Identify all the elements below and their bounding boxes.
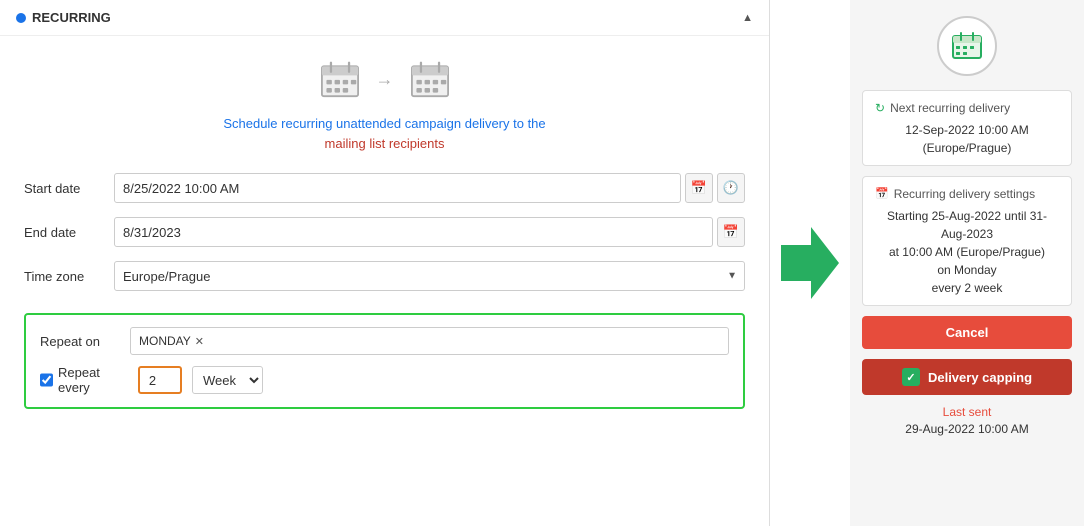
timezone-select-wrapper: Europe/Prague bbox=[114, 261, 745, 291]
settings-cal-icon: 📅 bbox=[875, 186, 889, 203]
panel-title-text: RECURRING bbox=[32, 10, 111, 25]
repeat-every-checkbox[interactable] bbox=[40, 373, 53, 387]
right-cal-svg bbox=[952, 32, 982, 60]
form-section: Start date 📅 🕐 End date 📅 Time zone bbox=[24, 173, 745, 510]
collapse-icon[interactable]: ▲ bbox=[742, 12, 753, 24]
last-sent-value: 29-Aug-2022 10:00 AM bbox=[862, 422, 1072, 436]
calendar-from-icon bbox=[320, 60, 360, 98]
end-date-label: End date bbox=[24, 225, 104, 240]
timezone-select[interactable]: Europe/Prague bbox=[114, 261, 745, 291]
end-date-group: 📅 bbox=[114, 217, 745, 247]
start-date-row: Start date 📅 🕐 bbox=[24, 173, 745, 203]
settings-box: 📅 Recurring delivery settings Starting 2… bbox=[862, 176, 1072, 306]
monday-tag-text: MONDAY bbox=[139, 334, 191, 348]
timezone-label: Time zone bbox=[24, 269, 104, 284]
repeat-every-checkbox-label: Repeat every bbox=[40, 365, 128, 395]
panel-header: RECURRING ▲ bbox=[0, 0, 769, 36]
last-sent-label: Last sent bbox=[862, 405, 1072, 419]
next-delivery-box: ↻ Next recurring delivery 12-Sep-2022 10… bbox=[862, 90, 1072, 166]
delivery-capping-button[interactable]: ✓ Delivery capping bbox=[862, 359, 1072, 395]
timezone-row: Time zone Europe/Prague bbox=[24, 261, 745, 291]
monday-tag: MONDAY ✕ bbox=[139, 334, 204, 348]
repeat-box: Repeat on MONDAY ✕ Repeat every bbox=[24, 313, 745, 409]
panel-title: RECURRING bbox=[16, 10, 111, 25]
status-dot bbox=[16, 13, 26, 23]
last-sent-section: Last sent 29-Aug-2022 10:00 AM bbox=[862, 405, 1072, 436]
icon-row: → bbox=[24, 60, 745, 98]
settings-value: Starting 25-Aug-2022 until 31-Aug-2023at… bbox=[875, 207, 1059, 297]
check-icon: ✓ bbox=[902, 368, 920, 386]
arrow-container bbox=[770, 0, 850, 526]
repeat-on-row: Repeat on MONDAY ✕ bbox=[40, 327, 729, 355]
start-date-input[interactable] bbox=[114, 173, 681, 203]
delivery-capping-label: Delivery capping bbox=[928, 370, 1032, 385]
arrow-head bbox=[811, 227, 839, 299]
next-delivery-title: Next recurring delivery bbox=[890, 99, 1010, 117]
description-line2: mailing list recipients bbox=[24, 134, 745, 154]
description-line1: Schedule recurring unattended campaign d… bbox=[24, 114, 745, 134]
calendar-icon-btn[interactable]: 📅 bbox=[685, 173, 713, 203]
start-date-group: 📅 🕐 bbox=[114, 173, 745, 203]
start-date-label: Start date bbox=[24, 181, 104, 196]
remove-tag-button[interactable]: ✕ bbox=[195, 335, 204, 348]
repeat-on-tag-input[interactable]: MONDAY ✕ bbox=[130, 327, 729, 355]
next-delivery-value: 12-Sep-2022 10:00 AM(Europe/Prague) bbox=[875, 121, 1059, 157]
next-delivery-title-row: ↻ Next recurring delivery bbox=[875, 99, 1059, 117]
settings-title-row: 📅 Recurring delivery settings bbox=[875, 185, 1059, 203]
settings-title: Recurring delivery settings bbox=[894, 185, 1035, 203]
refresh-icon: ↻ bbox=[875, 99, 885, 117]
week-select[interactable]: Week Day Month bbox=[192, 366, 263, 394]
description: Schedule recurring unattended campaign d… bbox=[24, 114, 745, 153]
repeat-every-number-input[interactable] bbox=[138, 366, 182, 394]
repeat-on-label: Repeat on bbox=[40, 334, 120, 349]
repeat-every-label: Repeat every bbox=[58, 365, 128, 395]
end-date-row: End date 📅 bbox=[24, 217, 745, 247]
arrow-icon: → bbox=[376, 69, 394, 90]
arrow-body bbox=[781, 245, 811, 281]
left-panel: RECURRING ▲ → bbox=[0, 0, 770, 526]
calendar-to-icon bbox=[410, 60, 450, 98]
cancel-button[interactable]: Cancel bbox=[862, 316, 1072, 349]
panel-body: → Schedule recurring unattended campaign… bbox=[0, 36, 769, 526]
end-calendar-icon-btn[interactable]: 📅 bbox=[717, 217, 745, 247]
big-arrow-wrapper bbox=[781, 227, 839, 299]
right-calendar-icon bbox=[937, 16, 997, 76]
right-panel: ↻ Next recurring delivery 12-Sep-2022 10… bbox=[850, 0, 1084, 526]
clock-icon-btn[interactable]: 🕐 bbox=[717, 173, 745, 203]
repeat-every-row: Repeat every Week Day Month bbox=[40, 365, 729, 395]
end-date-input[interactable] bbox=[114, 217, 713, 247]
